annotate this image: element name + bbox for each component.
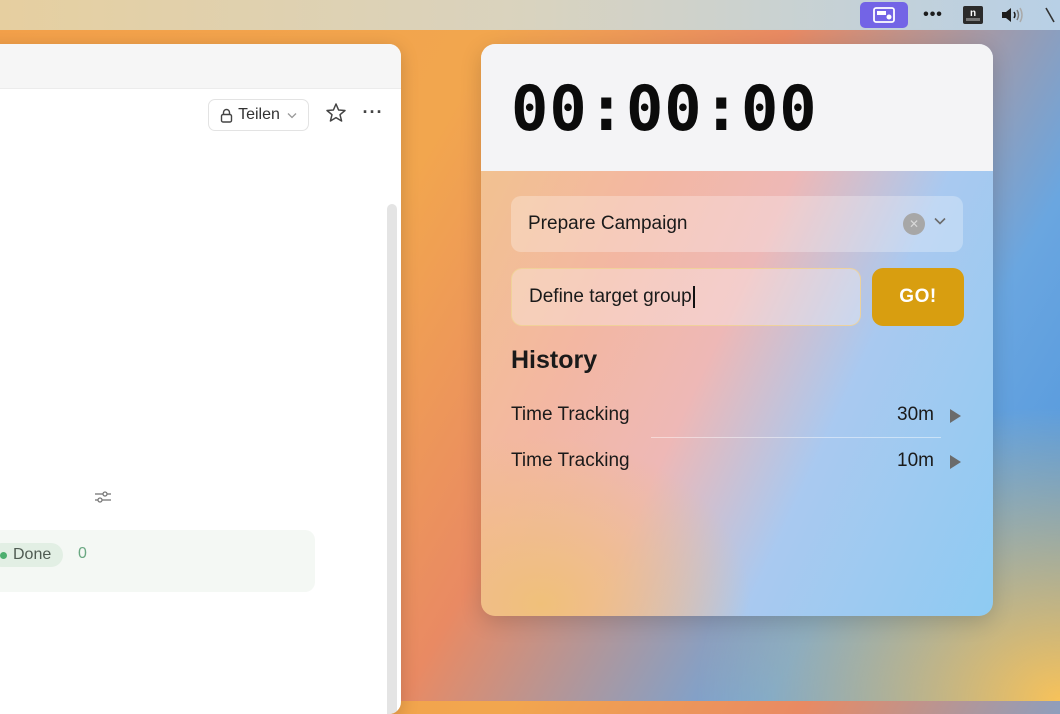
favorite-button[interactable] bbox=[324, 102, 348, 126]
pen-icon bbox=[1045, 7, 1055, 23]
history-row[interactable]: Time Tracking 10m bbox=[511, 439, 963, 483]
history-row[interactable]: Time Tracking 30m bbox=[511, 393, 963, 438]
tracker-app-icon bbox=[873, 7, 895, 23]
menubar-extra-icon[interactable] bbox=[1040, 2, 1060, 28]
star-icon bbox=[326, 103, 346, 122]
share-button[interactable]: Teilen bbox=[208, 99, 309, 131]
task-input[interactable]: Define target group bbox=[511, 268, 861, 326]
status-dot bbox=[0, 551, 7, 559]
time-tracker-panel: 00:00:00 Prepare Campaign ✕ Define targe… bbox=[481, 44, 993, 616]
window-titlebar bbox=[0, 44, 401, 89]
menubar-volume-icon[interactable] bbox=[996, 2, 1030, 28]
filter-settings-button[interactable] bbox=[92, 487, 114, 507]
chevron-down-icon bbox=[287, 112, 297, 118]
menubar-notion-icon[interactable]: n bbox=[958, 2, 988, 28]
clear-selection-icon[interactable]: ✕ bbox=[903, 213, 925, 235]
project-select[interactable]: Prepare Campaign ✕ bbox=[511, 196, 963, 252]
timer-display: 00:00:00 bbox=[511, 72, 818, 145]
status-group-row[interactable]: Done 0 bbox=[0, 530, 315, 592]
status-count: 0 bbox=[78, 545, 87, 562]
history-title: History bbox=[511, 346, 598, 374]
chevron-down-icon[interactable] bbox=[933, 214, 947, 228]
menubar-more-icon[interactable]: ••• bbox=[918, 2, 948, 28]
status-badge: Done bbox=[0, 543, 64, 567]
text-caret bbox=[692, 286, 695, 308]
play-icon[interactable] bbox=[950, 455, 961, 469]
history-item-label: Time Tracking bbox=[511, 450, 630, 471]
project-select-value: Prepare Campaign bbox=[528, 213, 688, 234]
document-window: Teilen ··· Done 0 bbox=[0, 44, 401, 714]
sliders-icon bbox=[95, 491, 111, 503]
history-item-label: Time Tracking bbox=[511, 404, 630, 425]
history-divider bbox=[651, 437, 941, 438]
history-item-duration: 30m bbox=[897, 404, 934, 425]
volume-icon bbox=[1002, 7, 1023, 23]
menubar-tracker-icon[interactable] bbox=[860, 2, 908, 28]
lock-icon bbox=[220, 108, 233, 123]
history-item-duration: 10m bbox=[897, 450, 934, 471]
svg-text:n: n bbox=[970, 8, 976, 19]
share-label: Teilen bbox=[238, 106, 280, 123]
notion-icon: n bbox=[963, 6, 983, 24]
menu-bar: ••• n bbox=[0, 0, 1060, 30]
more-options-button[interactable]: ··· bbox=[360, 102, 386, 126]
task-input-value: Define target group bbox=[529, 286, 692, 307]
timer-header: 00:00:00 bbox=[481, 44, 993, 171]
go-button[interactable]: GO! bbox=[872, 268, 964, 326]
status-label: Done bbox=[13, 546, 52, 563]
play-icon[interactable] bbox=[950, 409, 961, 423]
vertical-scrollbar[interactable] bbox=[387, 204, 397, 714]
